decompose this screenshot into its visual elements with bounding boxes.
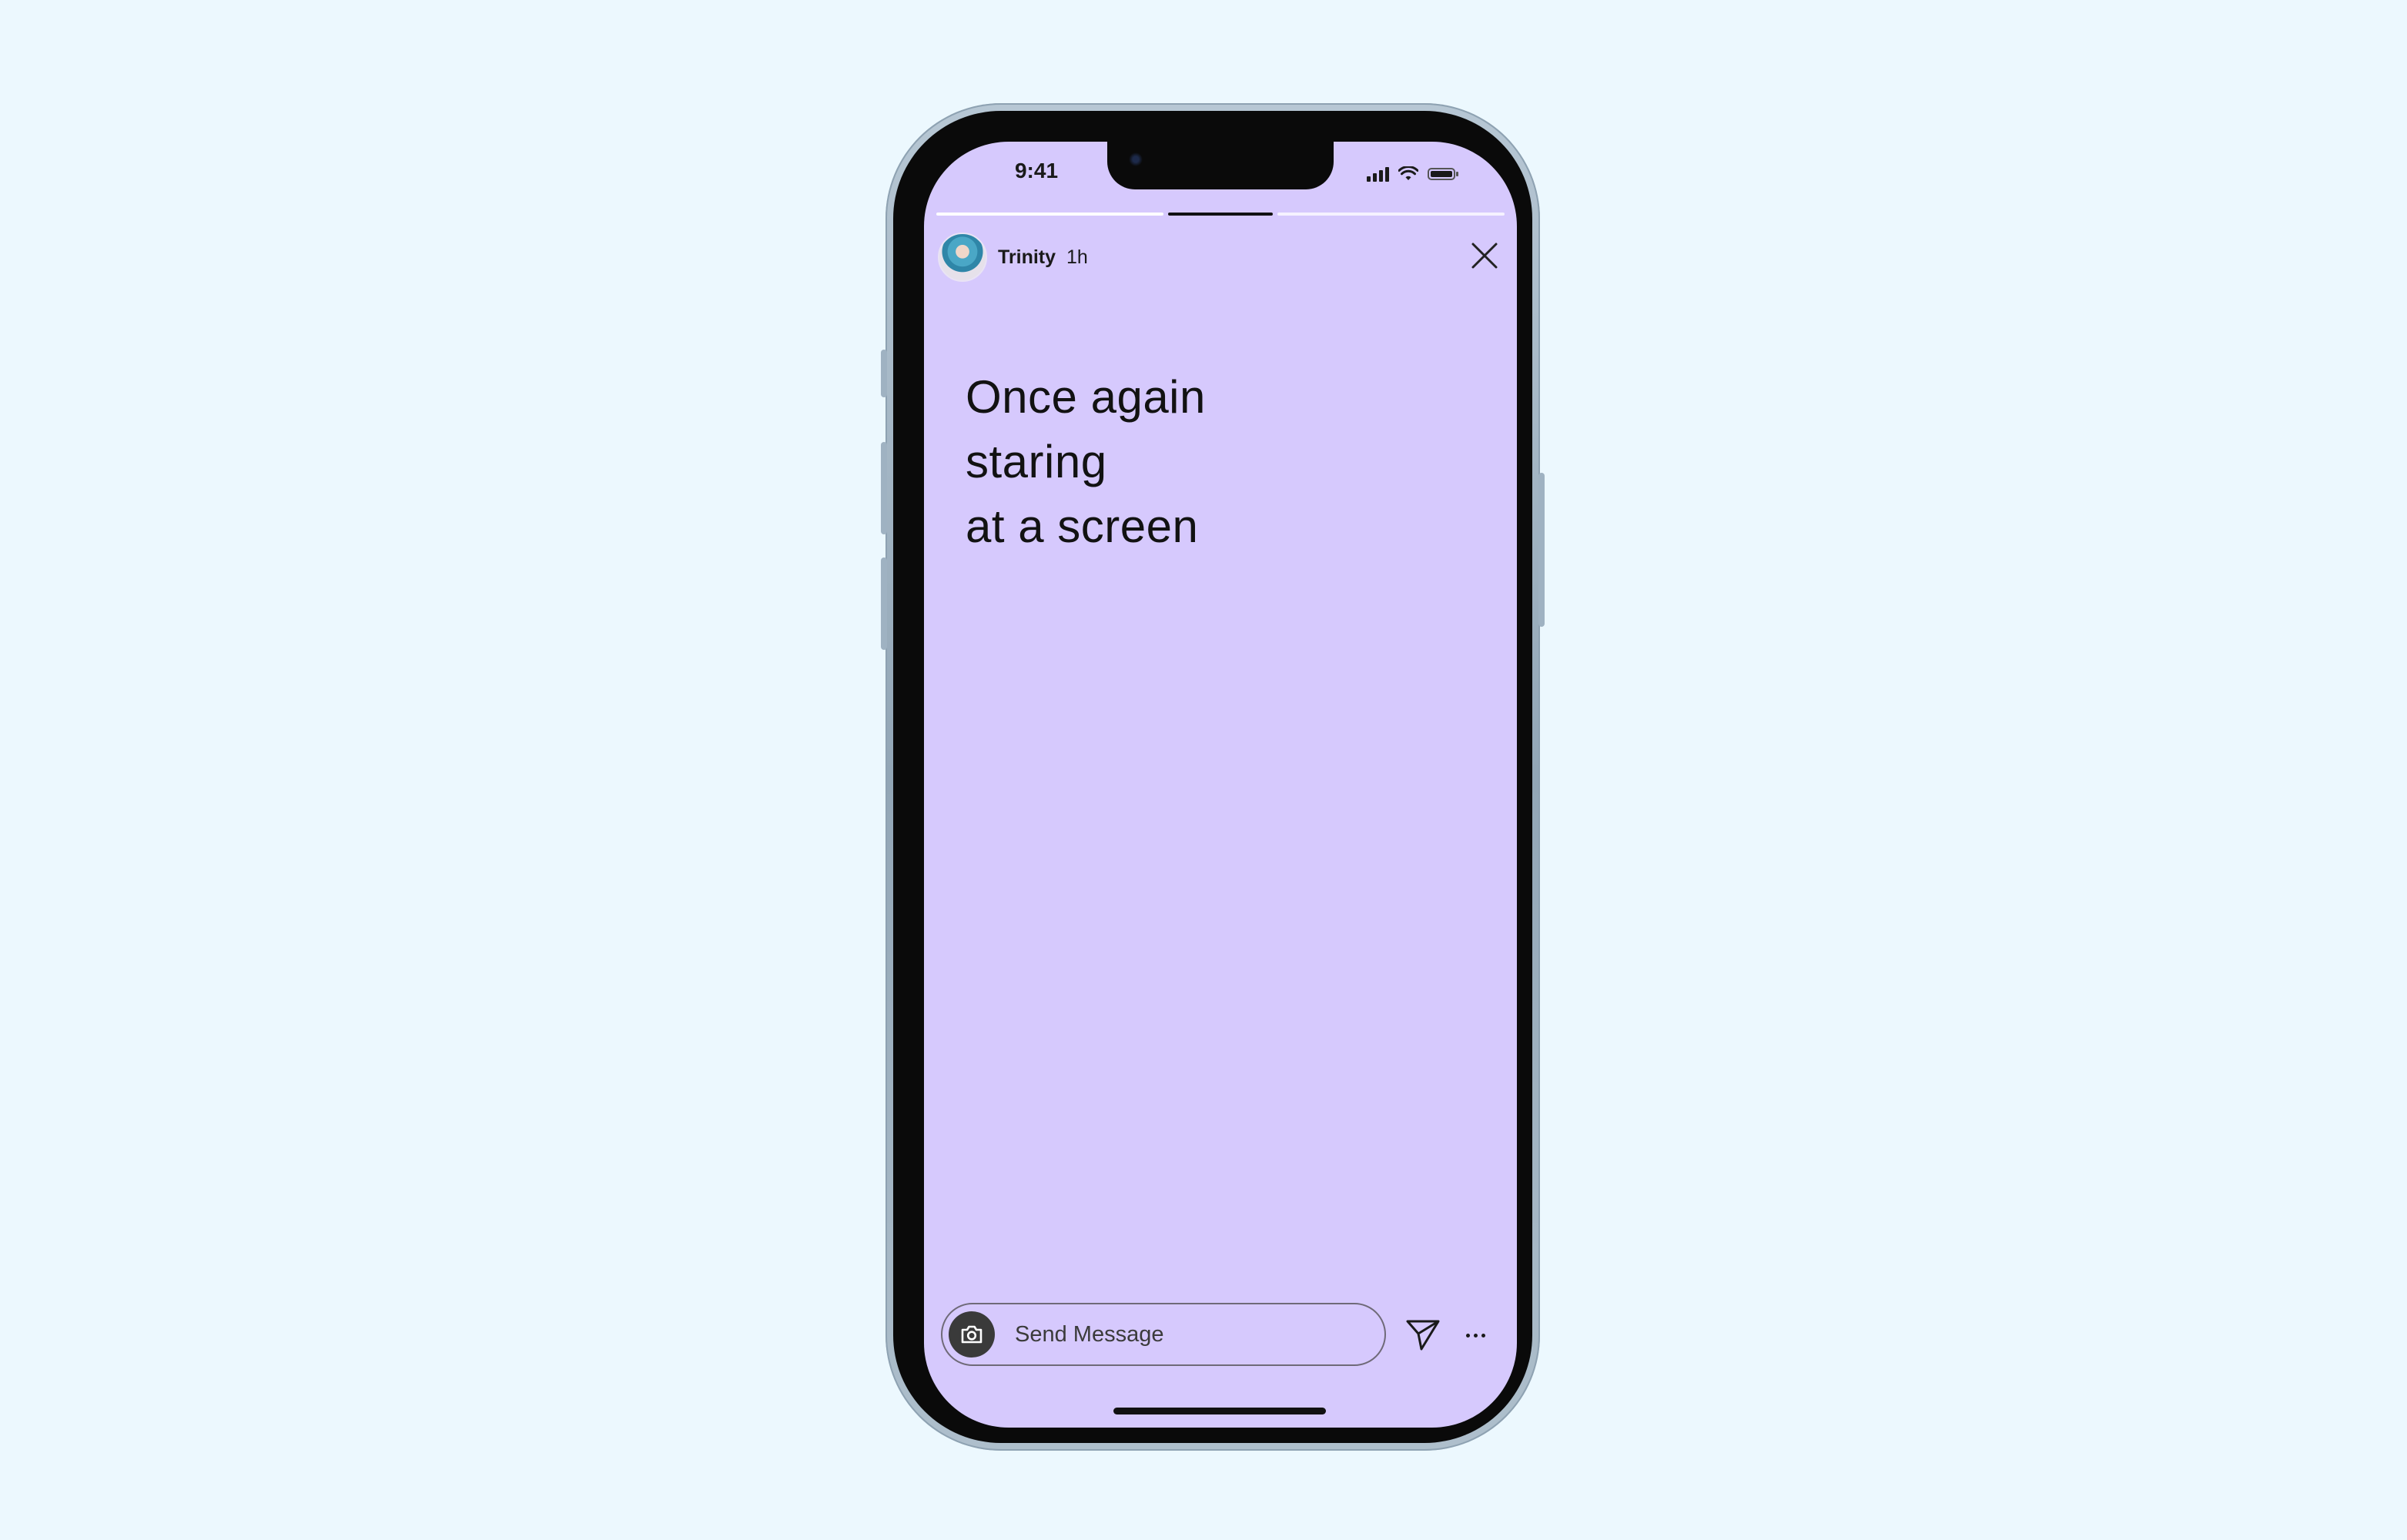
wifi-icon (1398, 166, 1418, 180)
power-button (1538, 473, 1545, 627)
phone-bezel: 9:41 Trinity 1h Once again staring at a … (893, 111, 1532, 1443)
battery-icon (1428, 168, 1458, 180)
more-button[interactable] (1455, 1315, 1495, 1355)
camera-icon (961, 1325, 983, 1344)
send-icon (1406, 1320, 1440, 1351)
phone-frame: 9:41 Trinity 1h Once again staring at a … (881, 103, 1545, 1451)
silent-switch (881, 350, 887, 397)
status-time: 9:41 (1014, 159, 1059, 182)
close-icon (1471, 243, 1498, 269)
close-button[interactable] (1468, 239, 1501, 273)
story-text-line: staring (966, 436, 1107, 487)
story-text-line: at a screen (966, 500, 1199, 552)
progress-segment (936, 213, 1163, 216)
story-age: 1h (1066, 246, 1088, 268)
username[interactable]: Trinity (998, 246, 1056, 269)
message-bar[interactable] (941, 1303, 1386, 1366)
send-message-input[interactable] (1013, 1321, 1355, 1348)
story-header: Trinity 1h (938, 233, 1088, 282)
send-button[interactable] (1403, 1315, 1443, 1355)
user-avatar[interactable] (938, 233, 987, 282)
notch (1107, 142, 1334, 189)
progress-segment (1277, 213, 1505, 216)
story-text-line: Once again (966, 371, 1206, 423)
story-screen: 9:41 Trinity 1h Once again staring at a … (924, 142, 1517, 1428)
progress-segment (1168, 213, 1273, 216)
camera-button[interactable] (949, 1311, 995, 1358)
story-progress (936, 213, 1505, 216)
front-camera-icon (1129, 152, 1143, 166)
cellular-signal-icon (1367, 166, 1389, 182)
page-background: 9:41 Trinity 1h Once again staring at a … (0, 0, 2407, 1540)
volume-up-button (881, 442, 887, 534)
volume-down-button (881, 557, 887, 650)
status-icons (1367, 163, 1458, 182)
story-text: Once again staring at a screen (966, 365, 1206, 559)
home-indicator[interactable] (1113, 1408, 1326, 1414)
more-icon-dot (1473, 1333, 1478, 1337)
more-icon-dot (1481, 1333, 1485, 1337)
more-icon-dot (1465, 1333, 1470, 1337)
